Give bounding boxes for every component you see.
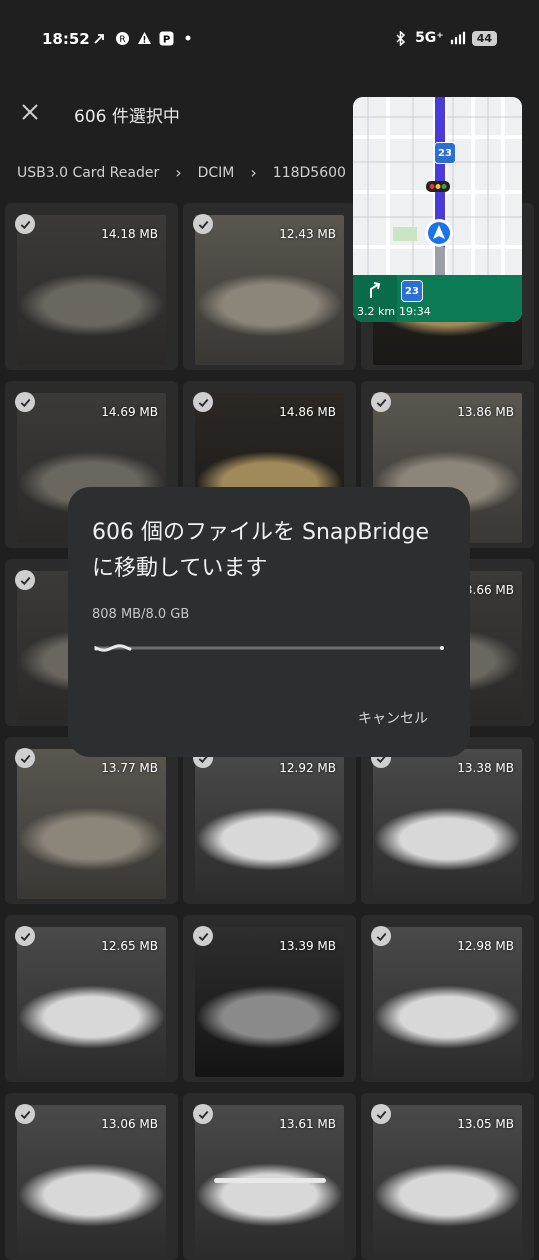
photo-tile[interactable]: 12.65 MB — [5, 915, 178, 1082]
photo-tile[interactable]: 12.43 MB — [183, 203, 356, 370]
file-size-label: 14.18 MB — [101, 227, 158, 241]
photo-tile[interactable]: 13.06 MB — [5, 1093, 178, 1260]
photo-tile[interactable]: 14.18 MB — [5, 203, 178, 370]
file-size-label: 13.05 MB — [457, 1117, 514, 1131]
status-bar: 18:52 R P 5G⁺ 44 — [0, 0, 539, 80]
file-size-label: 13.06 MB — [101, 1117, 158, 1131]
selected-check-icon[interactable] — [193, 214, 213, 234]
route-shield-icon: 23 — [401, 280, 423, 302]
selected-check-icon[interactable] — [371, 392, 391, 412]
photo-tile[interactable]: 12.92 MB — [183, 737, 356, 904]
selected-check-icon[interactable] — [15, 570, 35, 590]
photo-tile[interactable]: 12.98 MB — [361, 915, 534, 1082]
file-size-label: 13.86 MB — [457, 405, 514, 419]
photo-tile[interactable]: 13.38 MB — [361, 737, 534, 904]
status-time: 18:52 — [42, 30, 90, 48]
system-icons: 5G⁺ 44 — [393, 30, 497, 46]
selected-check-icon[interactable] — [193, 1104, 213, 1124]
svg-text:R: R — [119, 35, 125, 45]
file-size-label: 13.61 MB — [279, 1117, 336, 1131]
navigation-pip[interactable]: 23 3.2 km 23 19:34 — [353, 97, 522, 322]
arrival-time: 19:34 — [399, 305, 431, 318]
file-size-label: 12.98 MB — [457, 939, 514, 953]
selected-check-icon[interactable] — [193, 392, 213, 412]
app-notification-icon: R — [114, 30, 130, 46]
breadcrumb-item-dcim[interactable]: DCIM — [198, 165, 235, 181]
chevron-right-icon: › — [175, 163, 182, 182]
selected-check-icon[interactable] — [15, 392, 35, 412]
warning-icon — [136, 30, 152, 46]
breadcrumb: USB3.0 Card Reader › DCIM › 118D5600 — [17, 163, 346, 182]
close-button[interactable] — [16, 98, 44, 126]
file-size-label: 13.77 MB — [101, 761, 158, 775]
selected-check-icon[interactable] — [193, 926, 213, 946]
file-size-label: 12.65 MB — [101, 939, 158, 953]
more-notifications-dot-icon — [180, 30, 196, 46]
selected-check-icon[interactable] — [15, 214, 35, 234]
signal-icon — [450, 30, 466, 46]
battery-indicator: 44 — [471, 30, 497, 46]
selected-check-icon[interactable] — [15, 748, 35, 768]
svg-text:P: P — [162, 34, 169, 45]
progress-text: 808 MB/8.0 GB — [92, 607, 190, 622]
file-size-label: 12.92 MB — [279, 761, 336, 775]
photo-tile[interactable]: 13.77 MB — [5, 737, 178, 904]
move-progress-dialog: 606 個のファイルを SnapBridge に移動しています 808 MB/8… — [68, 487, 470, 757]
file-size-label: 14.69 MB — [101, 405, 158, 419]
network-type: 5G⁺ — [415, 30, 444, 46]
selected-check-icon[interactable] — [371, 1104, 391, 1124]
file-size-label: 14.86 MB — [279, 405, 336, 419]
photo-tile[interactable]: 13.05 MB — [361, 1093, 534, 1260]
turn-panel: 3.2 km — [353, 275, 397, 322]
missed-call-icon — [92, 30, 108, 46]
turn-distance: 3.2 km — [357, 305, 396, 318]
breadcrumb-item-folder[interactable]: 118D5600 — [273, 165, 346, 181]
progress-bar — [94, 644, 444, 652]
navigation-banner: 3.2 km 23 19:34 — [353, 275, 522, 322]
file-size-label: 13.38 MB — [457, 761, 514, 775]
chevron-right-icon: › — [250, 163, 257, 182]
selected-check-icon[interactable] — [15, 926, 35, 946]
breadcrumb-item-root[interactable]: USB3.0 Card Reader — [17, 165, 159, 181]
file-size-label: 13.39 MB — [279, 939, 336, 953]
map-view — [353, 97, 522, 275]
photo-tile[interactable]: 13.39 MB — [183, 915, 356, 1082]
selected-check-icon[interactable] — [15, 1104, 35, 1124]
route-shield-icon: 23 — [434, 142, 456, 164]
photo-tile[interactable]: 13.61 MB — [183, 1093, 356, 1260]
turn-right-icon — [370, 282, 381, 298]
bluetooth-icon — [393, 30, 409, 46]
selection-count-title: 606 件選択中 — [74, 107, 180, 127]
selected-check-icon[interactable] — [371, 926, 391, 946]
close-icon — [22, 104, 38, 120]
notification-icons: R P — [92, 30, 196, 46]
file-size-label: 12.43 MB — [279, 227, 336, 241]
cancel-button[interactable]: キャンセル — [358, 708, 428, 728]
gesture-home-bar[interactable] — [214, 1178, 326, 1183]
pixiv-icon: P — [158, 30, 174, 46]
dialog-title: 606 個のファイルを SnapBridge に移動しています — [92, 520, 430, 581]
